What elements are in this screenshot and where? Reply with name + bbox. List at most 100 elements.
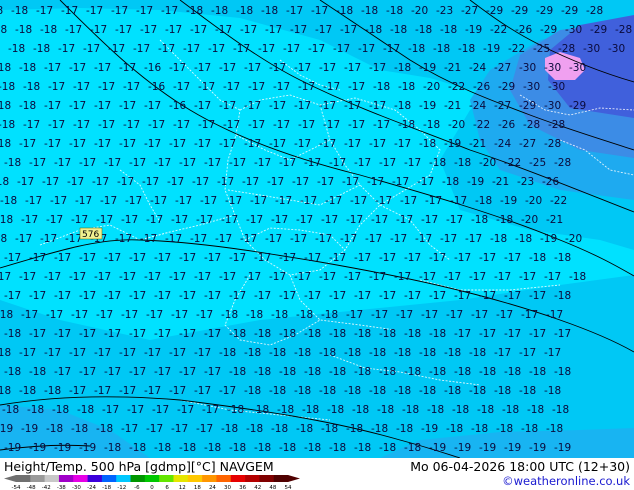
temperature-value: -30 [544, 62, 561, 74]
temperature-value: -17 [229, 252, 246, 264]
temperature-value: -30 [519, 62, 536, 74]
temperature-value: -17 [25, 195, 42, 207]
temperature-value: -27 [494, 62, 511, 74]
temperature-value: -17 [142, 176, 159, 188]
temperature-value: -17 [269, 271, 286, 283]
temperature-value: -17 [198, 81, 215, 93]
temperature-value: -18 [302, 404, 319, 416]
temperature-value: -17 [171, 309, 188, 321]
temperature-value: -17 [44, 271, 61, 283]
temperature-value: -18 [496, 423, 513, 435]
temperature-value: -18 [211, 5, 228, 17]
temperature-value: -17 [94, 385, 111, 397]
temperature-value: -17 [319, 62, 336, 74]
temperature-value: -17 [129, 366, 146, 378]
temperature-value: -18 [329, 442, 346, 454]
temperature-value: -17 [171, 423, 188, 435]
temperature-value: -17 [96, 309, 113, 321]
temperature-value: -17 [229, 157, 246, 169]
temperature-value: -17 [154, 252, 171, 264]
temperature-value: -17 [104, 252, 121, 264]
temperature-value: -17 [140, 233, 157, 245]
temperature-value: -17 [369, 100, 386, 112]
temperature-value: -18 [365, 24, 382, 36]
temperature-value: -17 [194, 62, 211, 74]
temperature-value: -16 [144, 62, 161, 74]
temperature-value: -17 [136, 5, 153, 17]
temperature-value: -17 [94, 100, 111, 112]
temperature-value: -30 [608, 43, 625, 55]
temperature-value: -23 [436, 5, 453, 17]
temperature-value: -17 [94, 138, 111, 150]
temperature-value: -18 [404, 366, 421, 378]
temperature-value: -28 [615, 24, 632, 36]
temperature-value: -17 [98, 119, 115, 131]
color-scale-swatch [187, 475, 203, 482]
temperature-value: -17 [344, 271, 361, 283]
temperature-value: -17 [311, 5, 328, 17]
temperature-value: -27 [494, 100, 511, 112]
temperature-value: -18 [0, 138, 11, 150]
temperature-value: -17 [169, 62, 186, 74]
temperature-value: -17 [315, 233, 332, 245]
temperature-value: -17 [104, 290, 121, 302]
temperature-value: -18 [0, 81, 15, 93]
temperature-value: -26 [515, 24, 532, 36]
temperature-value: -17 [108, 43, 125, 55]
temperature-value: -19 [21, 423, 38, 435]
temperature-value: -17 [429, 252, 446, 264]
color-scale-tick-label: 54 [285, 485, 292, 490]
temperature-value: -17 [54, 290, 71, 302]
temperature-value: -17 [204, 290, 221, 302]
temperature-value: -17 [144, 138, 161, 150]
temperature-value: -18 [454, 157, 471, 169]
temperature-value: -17 [123, 119, 140, 131]
temperature-value: -18 [15, 24, 32, 36]
temperature-value: -17 [127, 404, 144, 416]
temperature-value: -17 [333, 43, 350, 55]
temperature-value: -17 [394, 271, 411, 283]
temperature-value: -17 [244, 100, 261, 112]
temperature-value: -17 [152, 404, 169, 416]
color-scale-tick-label: 12 [179, 485, 186, 490]
temperature-value: -18 [569, 271, 586, 283]
temperature-value: -18 [398, 119, 415, 131]
temperature-value: -28 [548, 119, 565, 131]
temperature-value: -18 [327, 404, 344, 416]
temperature-value: -17 [154, 328, 171, 340]
temperature-value: -18 [0, 385, 11, 397]
temperature-value: -18 [521, 423, 538, 435]
temperature-value: -18 [0, 119, 15, 131]
temperature-value: -17 [454, 328, 471, 340]
copyright-link[interactable]: ©weatheronline.co.uk [502, 474, 630, 488]
temperature-value: -17 [269, 138, 286, 150]
temperature-value: -17 [375, 195, 392, 207]
color-scale-tick-label: -54 [12, 485, 21, 490]
color-scale-tick-label: 30 [224, 485, 231, 490]
temperature-value: -17 [454, 252, 471, 264]
temperature-value: -24 [469, 100, 486, 112]
temperature-value: -17 [340, 233, 357, 245]
color-scale-swatch [58, 475, 74, 482]
temperature-value: -17 [36, 5, 53, 17]
temperature-value: -17 [83, 43, 100, 55]
temperature-value: -18 [244, 385, 261, 397]
temperature-value: -17 [340, 24, 357, 36]
temperature-value: -17 [323, 81, 340, 93]
temperature-value: -28 [544, 138, 561, 150]
temperature-value: -19 [419, 62, 436, 74]
temperature-value: -17 [504, 290, 521, 302]
temperature-value: -18 [0, 233, 7, 245]
temperature-value: -18 [329, 328, 346, 340]
temperature-value: -17 [250, 195, 267, 207]
temperature-value: -17 [179, 328, 196, 340]
temperature-value: -18 [8, 43, 25, 55]
temperature-value: -17 [254, 290, 271, 302]
temperature-value: -17 [190, 233, 207, 245]
temperature-value: -19 [465, 24, 482, 36]
temperature-value: -17 [392, 176, 409, 188]
temperature-value: -18 [369, 385, 386, 397]
temperature-value: -19 [554, 442, 571, 454]
temperature-value: -18 [475, 195, 492, 207]
temperature-value: -18 [390, 24, 407, 36]
